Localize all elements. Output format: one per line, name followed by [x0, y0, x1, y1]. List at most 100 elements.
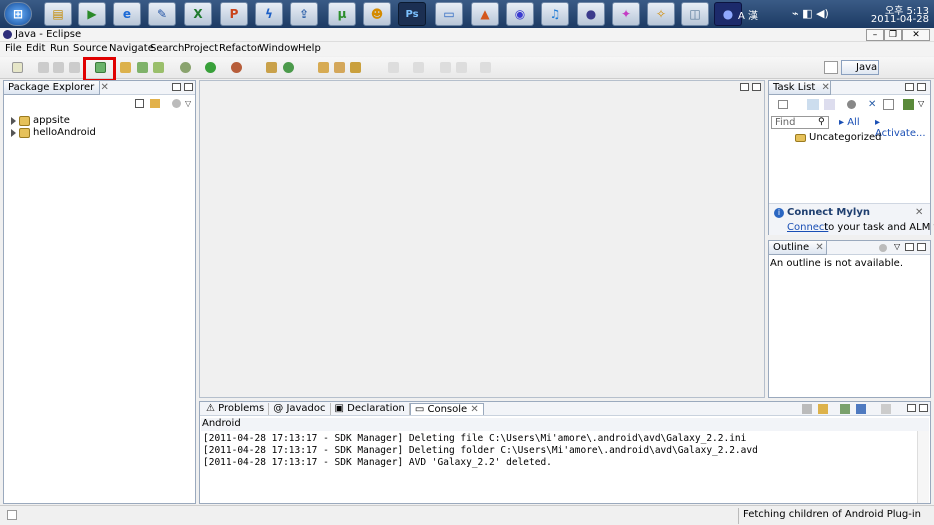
itunes-icon[interactable]: ♫ [541, 2, 569, 26]
menu-window[interactable]: Window [259, 43, 298, 54]
menu-navigate[interactable]: Navigate [109, 43, 154, 54]
start-button[interactable]: ⊞ [4, 2, 32, 26]
tree-item-appsite[interactable]: appsite [11, 115, 70, 126]
pin-console-icon[interactable] [840, 404, 850, 414]
media-player-icon[interactable]: ▶ [78, 2, 106, 26]
eclipse-icon[interactable]: ● [577, 2, 605, 26]
menu-project[interactable]: Project [184, 43, 218, 54]
close-icon[interactable]: ✕ [100, 82, 108, 93]
photoshop-icon[interactable]: Ps [398, 2, 426, 26]
close-icon[interactable]: ✕ [821, 82, 829, 93]
forward-icon[interactable] [480, 62, 491, 73]
menu-help[interactable]: Help [298, 43, 321, 54]
open-task-icon[interactable] [334, 62, 345, 73]
tab-package-explorer[interactable]: Package Explorer ✕ [4, 81, 109, 95]
tray-icons[interactable]: ⌁ ◧ ◀) [792, 7, 829, 20]
activate-link[interactable]: ▸ Activate... [875, 117, 930, 139]
upload-app-icon[interactable]: ⇪ [290, 2, 318, 26]
chevron-down-icon[interactable]: ▽ [894, 242, 900, 251]
open-perspective-icon[interactable] [824, 61, 838, 74]
view-menu-icon[interactable] [172, 99, 181, 108]
expand-icon[interactable] [11, 128, 16, 137]
tab-javadoc[interactable]: @ Javadoc [269, 403, 331, 415]
chevron-down-icon[interactable]: ▽ [918, 99, 924, 108]
close-icon[interactable]: ✕ [470, 404, 478, 415]
word-doc-icon[interactable]: ✎ [148, 2, 176, 26]
open-console-icon[interactable] [881, 404, 891, 414]
search-toolbar-icon[interactable] [350, 62, 361, 73]
clear-console-icon[interactable] [802, 404, 812, 414]
lightning-app-icon[interactable]: ϟ [255, 2, 283, 26]
maximize-view-icon[interactable] [917, 243, 926, 251]
maximize-view-icon[interactable] [919, 404, 928, 412]
tree-item-helloandroid[interactable]: helloAndroid [11, 127, 96, 138]
tab-declaration[interactable]: ▣ Declaration [331, 403, 410, 415]
menu-source[interactable]: Source [73, 43, 107, 54]
categorized-icon[interactable] [807, 99, 819, 110]
android-project-icon[interactable] [137, 62, 148, 73]
restore-button[interactable]: ❐ [884, 29, 902, 41]
menu-file[interactable]: File [5, 43, 22, 54]
tab-problems[interactable]: ⚠ Problems [202, 403, 270, 415]
internet-explorer-icon[interactable]: e [113, 2, 141, 26]
window-app-icon[interactable]: ◫ [681, 2, 709, 26]
save-icon[interactable] [38, 62, 49, 73]
tab-outline[interactable]: Outline ✕ [769, 241, 827, 255]
open-type-icon[interactable] [318, 62, 329, 73]
scroll-lock-icon[interactable] [818, 404, 828, 414]
excel-icon[interactable]: X [184, 2, 212, 26]
new-java-package-icon[interactable] [266, 62, 277, 73]
fast-view-icon[interactable] [7, 510, 17, 520]
minimize-view-icon[interactable] [905, 83, 914, 91]
colorful-app-icon[interactable]: ✦ [612, 2, 640, 26]
vertical-scrollbar[interactable] [917, 431, 929, 503]
wand-app-icon[interactable]: ✧ [647, 2, 675, 26]
minimize-view-icon[interactable] [905, 243, 914, 251]
new-icon[interactable] [12, 62, 23, 73]
remote-desktop-icon[interactable]: ▭ [435, 2, 463, 26]
link-with-editor-icon[interactable] [150, 99, 160, 108]
menu-run[interactable]: Run [50, 43, 69, 54]
ime-indicator[interactable]: A 漢 [738, 7, 758, 22]
java-perspective-button[interactable]: Java [841, 60, 879, 75]
menu-edit[interactable]: Edit [26, 43, 45, 54]
menu-refactor[interactable]: Refactor [219, 43, 261, 54]
close-icon[interactable]: ✕ [815, 242, 823, 253]
folder-app-icon[interactable]: ▤ [44, 2, 72, 26]
matlab-icon[interactable]: ▲ [471, 2, 499, 26]
disc-app-icon[interactable]: ◉ [506, 2, 534, 26]
expand-icon[interactable] [11, 116, 16, 125]
scheduled-icon[interactable] [824, 99, 835, 110]
tab-task-list[interactable]: Task List ✕ [769, 81, 831, 95]
external-tools-icon[interactable] [231, 62, 242, 73]
chevron-down-icon[interactable]: ▽ [185, 99, 191, 108]
view-menu-icon[interactable] [879, 244, 887, 252]
debug-icon[interactable] [180, 62, 191, 73]
print-icon[interactable] [69, 62, 80, 73]
collapse-all-icon[interactable] [135, 99, 144, 108]
new-java-class-icon[interactable] [283, 62, 294, 73]
maximize-view-icon[interactable] [184, 83, 193, 91]
tab-console[interactable]: ▭ Console ✕ [409, 403, 484, 415]
next-annotation-icon[interactable] [388, 62, 399, 73]
console-output[interactable]: [2011-04-28 17:13:17 - SDK Manager] Dele… [200, 431, 930, 503]
maximize-view-icon[interactable] [917, 83, 926, 91]
menu-search[interactable]: Search [150, 43, 184, 54]
display-console-icon[interactable] [856, 404, 866, 414]
find-input[interactable]: Find ⚲ [771, 116, 829, 129]
run-icon[interactable] [205, 62, 216, 73]
back-icon[interactable] [456, 62, 467, 73]
save-all-icon[interactable] [53, 62, 64, 73]
close-icon[interactable]: ✕ [915, 207, 923, 218]
sync-icon[interactable] [903, 99, 914, 110]
minimize-view-icon[interactable] [172, 83, 181, 91]
minimize-button[interactable]: – [866, 29, 884, 41]
close-button[interactable]: ✕ [902, 29, 930, 41]
clock-date[interactable]: 2011-04-28 [859, 14, 929, 25]
maximize-view-icon[interactable] [752, 83, 761, 91]
minimize-view-icon[interactable] [907, 404, 916, 412]
android-test-icon[interactable] [153, 62, 164, 73]
powerpoint-icon[interactable]: P [220, 2, 248, 26]
hide-completed-icon[interactable]: ✕ [868, 99, 879, 110]
minimize-view-icon[interactable] [740, 83, 749, 91]
